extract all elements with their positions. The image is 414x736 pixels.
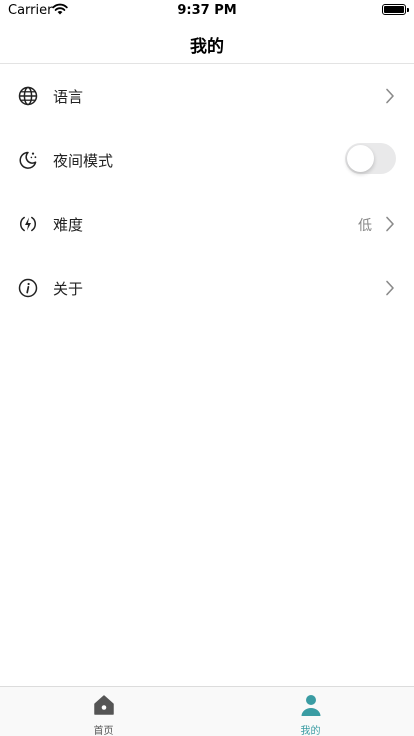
settings-list: 语言 夜间模式 难度 低 关于 — [0, 64, 414, 320]
toggle-knob — [347, 145, 374, 172]
chevron-right-icon — [386, 216, 394, 232]
tab-me[interactable]: 我的 — [207, 687, 414, 736]
settings-row-about[interactable]: 关于 — [0, 256, 414, 320]
difficulty-value: 低 — [358, 218, 372, 234]
chevron-right-icon — [386, 280, 394, 296]
settings-row-difficulty[interactable]: 难度 低 — [0, 192, 414, 256]
info-icon — [18, 278, 38, 298]
settings-row-difficulty-label: 难度 — [53, 216, 84, 234]
settings-row-language-label: 语言 — [53, 88, 84, 106]
battery-icon — [382, 4, 409, 15]
settings-row-about-label: 关于 — [53, 280, 84, 298]
settings-row-language[interactable]: 语言 — [0, 64, 414, 128]
tab-bar: 首页 我的 — [0, 686, 414, 736]
night-mode-toggle[interactable] — [345, 143, 396, 174]
user-icon — [301, 695, 321, 716]
settings-row-night-mode: 夜间模式 — [0, 128, 414, 192]
home-icon — [94, 695, 114, 715]
tab-home-label: 首页 — [93, 726, 114, 736]
page-title: 我的 — [190, 37, 224, 57]
tab-home[interactable]: 首页 — [0, 687, 207, 736]
status-time: 9:37 PM — [177, 3, 237, 18]
settings-row-night-mode-label: 夜间模式 — [53, 152, 114, 170]
moon-stars-icon — [19, 151, 37, 169]
chevron-right-icon — [386, 88, 394, 104]
globe-icon — [18, 86, 38, 106]
navigation-bar: 我的 — [0, 20, 414, 64]
tab-me-label: 我的 — [300, 726, 321, 736]
lightning-icon — [20, 216, 36, 232]
status-bar: Carrier 9:37 PM — [0, 0, 414, 20]
